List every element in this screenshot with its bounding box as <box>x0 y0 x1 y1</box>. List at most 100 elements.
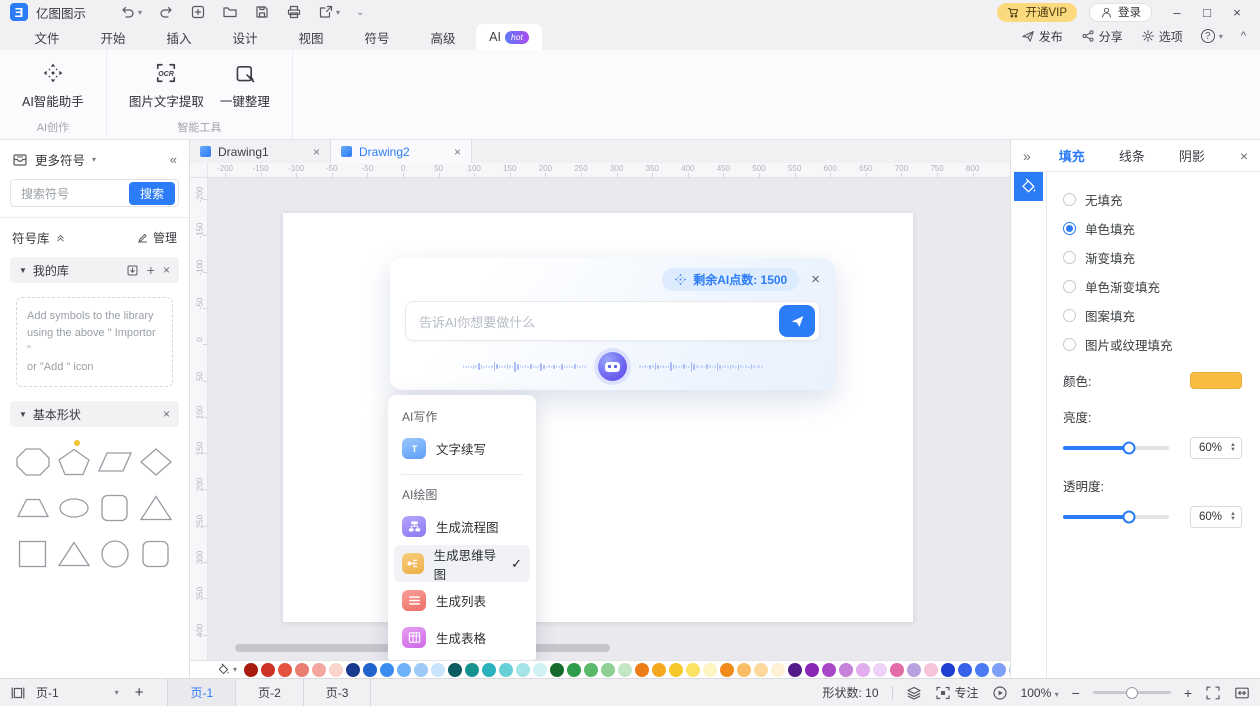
ai-send-button[interactable] <box>779 305 815 337</box>
document-tab-close-button[interactable]: × <box>313 145 320 159</box>
panel-expand-button[interactable]: » <box>1023 148 1031 164</box>
shape-rounded-square[interactable] <box>95 491 136 524</box>
brightness-slider[interactable] <box>1063 446 1169 450</box>
save-button[interactable] <box>248 2 276 22</box>
palette-swatch[interactable] <box>448 663 462 677</box>
menu-tab-插入[interactable]: 插入 <box>146 24 212 50</box>
quickbar-more-button[interactable]: ⌄ <box>350 5 370 20</box>
ai-menu-item-生成表格[interactable]: 生成表格 <box>394 619 530 656</box>
palette-swatch[interactable] <box>992 663 1006 677</box>
palette-swatch[interactable] <box>346 663 360 677</box>
section-expand-icon[interactable]: ▼ <box>19 410 27 419</box>
palette-swatch[interactable] <box>312 663 326 677</box>
zoom-slider[interactable] <box>1093 691 1171 694</box>
import-icon[interactable] <box>126 264 139 277</box>
login-button[interactable]: 登录 <box>1089 3 1152 22</box>
ai-menu-item-生成流程图[interactable]: 生成流程图 <box>394 508 530 545</box>
opacity-slider[interactable] <box>1063 515 1169 519</box>
fill-option-无填充[interactable]: 无填充 <box>1063 185 1242 214</box>
search-button[interactable]: 搜索 <box>129 182 175 205</box>
zoom-in-button[interactable]: + <box>1184 685 1192 701</box>
page-tab-页-3[interactable]: 页-3 <box>304 679 372 706</box>
ai-prompt-input[interactable]: 告诉AI你想要做什么 <box>405 301 820 341</box>
ai-menu-item-生成列表[interactable]: 生成列表 <box>394 582 530 619</box>
palette-swatch[interactable] <box>805 663 819 677</box>
menu-tab-高级[interactable]: 高级 <box>410 24 476 50</box>
palette-swatch[interactable] <box>890 663 904 677</box>
export-button[interactable]: ▾ <box>312 2 346 22</box>
palette-swatch[interactable] <box>465 663 479 677</box>
close-library-button[interactable]: × <box>163 263 170 277</box>
drawing-canvas[interactable]: 剩余AI点数: 1500 × 告诉AI你想要做什么 AI写 <box>208 178 1010 660</box>
symbol-search-input[interactable]: 搜索符号 搜索 <box>10 179 179 207</box>
redo-button[interactable] <box>152 2 180 22</box>
undo-caret-icon[interactable]: ▾ <box>138 8 142 17</box>
palette-swatch[interactable] <box>975 663 989 677</box>
palette-swatch[interactable] <box>329 663 343 677</box>
radio-unselected[interactable] <box>1063 193 1076 206</box>
add-symbol-button[interactable]: + <box>147 262 155 278</box>
shape-diamond[interactable] <box>136 445 177 478</box>
palette-swatch[interactable] <box>550 663 564 677</box>
undo-button[interactable]: ▾ <box>114 2 148 22</box>
brightness-slider-knob[interactable] <box>1122 442 1135 455</box>
ribbon-collapse-button[interactable]: ^ <box>1241 30 1246 42</box>
menu-tab-设计[interactable]: 设计 <box>212 24 278 50</box>
document-tab-Drawing2[interactable]: Drawing2× <box>331 140 472 163</box>
menubar-publish-button[interactable]: 发布 <box>1021 28 1063 45</box>
ai-menu-item-生成思维导图[interactable]: 生成思维导图✓ <box>394 545 530 582</box>
my-library-section-header[interactable]: ▼ 我的库 + × <box>10 257 179 283</box>
shape-octagon[interactable] <box>12 445 53 478</box>
palette-swatch[interactable] <box>720 663 734 677</box>
palette-swatch[interactable] <box>499 663 513 677</box>
palette-swatch[interactable] <box>652 663 666 677</box>
palette-swatch[interactable] <box>822 663 836 677</box>
fit-width-icon[interactable] <box>1234 685 1250 701</box>
menubar-gear-button[interactable]: 选项 <box>1141 28 1183 45</box>
shape-circle[interactable] <box>95 537 136 570</box>
palette-swatch[interactable] <box>380 663 394 677</box>
fill-option-图片或纹理填充[interactable]: 图片或纹理填充 <box>1063 330 1242 359</box>
palette-swatch[interactable] <box>907 663 921 677</box>
page-tab-页-1[interactable]: 页-1 <box>168 679 236 706</box>
shape-triangle[interactable] <box>53 537 94 570</box>
palette-swatch[interactable] <box>618 663 632 677</box>
bucket-caret-icon[interactable]: ▾ <box>233 665 237 674</box>
page-tab-页-2[interactable]: 页-2 <box>236 679 304 706</box>
window-close-button[interactable]: × <box>1224 5 1250 20</box>
help-button[interactable]: ?▾ <box>1201 29 1223 43</box>
palette-swatch[interactable] <box>669 663 683 677</box>
palette-swatch[interactable] <box>703 663 717 677</box>
document-tab-Drawing1[interactable]: Drawing1× <box>190 140 331 163</box>
palette-swatch[interactable] <box>533 663 547 677</box>
palette-swatch[interactable] <box>788 663 802 677</box>
pages-icon[interactable] <box>10 685 26 701</box>
ribbon-button-AI智能助手[interactable]: AI智能助手 <box>14 58 92 110</box>
zoom-slider-knob[interactable] <box>1126 687 1138 699</box>
palette-swatch[interactable] <box>261 663 275 677</box>
fill-option-图案填充[interactable]: 图案填充 <box>1063 301 1242 330</box>
palette-swatch[interactable] <box>771 663 785 677</box>
export-caret-icon[interactable]: ▾ <box>336 8 340 17</box>
shape-pentagon[interactable] <box>53 445 94 478</box>
shape-rounded-square[interactable] <box>136 537 177 570</box>
fill-option-单色填充[interactable]: 单色填充 <box>1063 214 1242 243</box>
palette-swatch[interactable] <box>482 663 496 677</box>
palette-swatch[interactable] <box>856 663 870 677</box>
radio-unselected[interactable] <box>1063 309 1076 322</box>
palette-swatch[interactable] <box>278 663 292 677</box>
palette-swatch[interactable] <box>924 663 938 677</box>
more-symbols-button[interactable]: 更多符号 <box>35 150 85 169</box>
menu-tab-视图[interactable]: 视图 <box>278 24 344 50</box>
new-file-button[interactable] <box>184 2 212 22</box>
radio-unselected[interactable] <box>1063 338 1076 351</box>
menu-tab-开始[interactable]: 开始 <box>80 24 146 50</box>
panel-tab-阴影[interactable]: 阴影 <box>1179 146 1205 165</box>
basic-shapes-section-header[interactable]: ▼ 基本形状 × <box>10 401 179 427</box>
panel-tab-线条[interactable]: 线条 <box>1119 146 1145 165</box>
radio-selected[interactable] <box>1063 222 1076 235</box>
vip-button[interactable]: 开通VIP <box>997 3 1077 22</box>
section-expand-icon[interactable]: ▼ <box>19 266 27 275</box>
shape-ellipse[interactable] <box>53 491 94 524</box>
fill-option-单色渐变填充[interactable]: 单色渐变填充 <box>1063 272 1242 301</box>
